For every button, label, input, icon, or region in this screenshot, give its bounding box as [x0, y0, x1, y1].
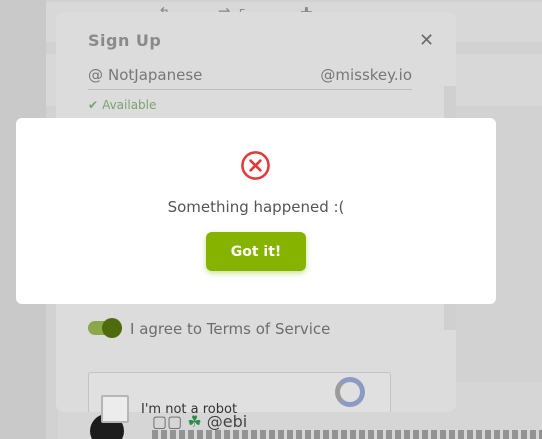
toggle-knob — [102, 318, 122, 338]
error-message: Something happened :( — [167, 198, 345, 216]
username-value: NotJapanese — [108, 66, 203, 84]
error-x-circle-icon — [241, 151, 270, 180]
error-dialog: Something happened :( Got it! — [16, 118, 496, 304]
note-text — [152, 430, 542, 439]
username-prefix: @ — [88, 66, 103, 84]
close-icon[interactable]: ✕ — [419, 30, 434, 51]
got-it-button[interactable]: Got it! — [206, 232, 306, 271]
tos-label: I agree to Terms of Service — [130, 320, 331, 338]
username-field[interactable]: @ NotJapanese @misskey.io — [88, 64, 412, 90]
host-suffix: @misskey.io — [320, 66, 412, 84]
tos-toggle[interactable] — [88, 318, 122, 338]
captcha-checkbox[interactable] — [101, 395, 129, 423]
availability-status: ✔ Available — [88, 98, 156, 112]
recaptcha-logo-icon — [335, 377, 365, 407]
recaptcha-widget: I'm not a robot — [88, 372, 391, 423]
dialog-title: Sign Up — [88, 31, 162, 50]
captcha-label: I'm not a robot — [141, 402, 238, 417]
check-icon: ✔ — [88, 98, 99, 112]
availability-label: Available — [102, 98, 157, 112]
